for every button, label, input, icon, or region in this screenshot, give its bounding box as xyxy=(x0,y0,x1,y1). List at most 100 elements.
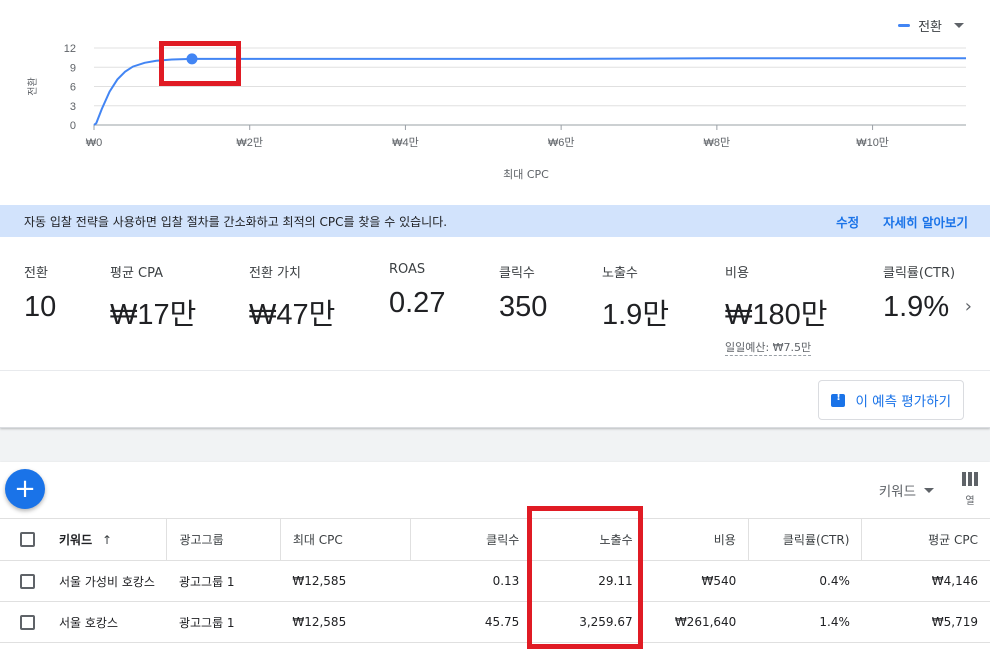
learn-more-link[interactable]: 자세히 알아보기 xyxy=(883,212,968,231)
col-avg-cpc[interactable]: 평균 CPC xyxy=(861,518,990,561)
table-row[interactable]: 서울 가성비 호캉스 광고그룹 1 ₩12,585 0.13 29.11 ₩54… xyxy=(0,560,990,602)
cell-keyword[interactable]: 서울 호캉스 xyxy=(47,601,167,643)
metric-value: 1.9% xyxy=(883,291,950,323)
metric-impressions[interactable]: 노출수 1.9만 xyxy=(602,262,669,333)
cell-avg-cpc: ₩5,719 xyxy=(861,601,990,643)
keyword-table: 키워드 ↑ 광고그룹 최대 CPC 클릭수 노출수 비용 클릭률(CTR) 평균… xyxy=(0,518,990,643)
cell-clicks: 0.13 xyxy=(410,560,532,602)
x-tick-label: ₩10만 xyxy=(856,136,889,149)
x-tick-label: ₩2만 xyxy=(236,136,263,149)
metric-value: ₩180만 xyxy=(725,299,828,331)
chart-svg: 0 3 6 9 12 ₩0 ₩2만 ₩4만 ₩6만 ₩8만 ₩10만최대 CPC 전환 xyxy=(27,43,966,181)
cell-adgroup: 광고그룹 1 xyxy=(166,601,281,643)
select-all-checkbox-cell[interactable] xyxy=(0,518,47,561)
table-header-row: 키워드 ↑ 광고그룹 최대 CPC 클릭수 노출수 비용 클릭률(CTR) 평균… xyxy=(0,518,990,561)
cell-clicks: 45.75 xyxy=(410,601,532,643)
cell-ctr: 1.4% xyxy=(748,601,862,643)
col-cost[interactable]: 비용 xyxy=(644,518,749,561)
row-checkbox-cell[interactable] xyxy=(0,560,47,602)
y-tick-label: 0 xyxy=(70,120,76,132)
x-tick-label: ₩8만 xyxy=(704,136,731,149)
row-checkbox-cell[interactable] xyxy=(0,601,47,643)
x-tick-label: ₩4만 xyxy=(392,136,419,149)
metric-conversions[interactable]: 전환 10 xyxy=(24,262,56,324)
x-axis-title: 최대 CPC xyxy=(503,168,549,181)
metric-label: 전환 가치 xyxy=(249,266,301,281)
add-button[interactable]: + xyxy=(5,469,45,509)
metric-value: 1.9만 xyxy=(602,299,669,331)
forecast-chart: 0 3 6 9 12 ₩0 ₩2만 ₩4만 ₩6만 ₩8만 ₩10만최대 CPC 전환 전환 xyxy=(0,0,990,200)
segment-label: 키워드 xyxy=(878,484,916,500)
table-row[interactable]: 서울 호캉스 광고그룹 1 ₩12,585 45.75 3,259.67 ₩26… xyxy=(0,601,990,643)
cell-cost: ₩261,640 xyxy=(644,601,749,643)
metric-label: ROAS xyxy=(389,262,426,277)
metric-clicks[interactable]: 클릭수 350 xyxy=(499,262,547,324)
col-clicks[interactable]: 클릭수 xyxy=(409,518,532,561)
metric-label: 전환 xyxy=(24,266,48,281)
col-keyword-label: 키워드 xyxy=(59,533,93,547)
y-tick-label: 9 xyxy=(70,62,76,74)
info-banner: 자동 입찰 전략을 사용하면 입찰 절차를 간소화하고 최적의 CPC를 찾을 … xyxy=(0,205,990,237)
cell-max-cpc[interactable]: ₩12,585 xyxy=(280,560,411,602)
metric-label: 클릭률(CTR) xyxy=(883,266,955,281)
plus-icon: + xyxy=(14,474,36,504)
cell-keyword[interactable]: 서울 가성비 호캉스 xyxy=(47,560,167,602)
metric-label: 평균 CPA xyxy=(110,266,164,281)
cell-cost: ₩540 xyxy=(644,560,749,602)
caret-down-icon xyxy=(954,23,964,28)
legend-swatch xyxy=(898,24,911,27)
metric-cost[interactable]: 비용 ₩180만 일일예산: ₩7.5만 xyxy=(725,262,827,356)
y-axis-title: 전환 xyxy=(27,77,39,95)
segment-dropdown[interactable]: 키워드 xyxy=(879,480,934,500)
forecast-card: 0 3 6 9 12 ₩0 ₩2만 ₩4만 ₩6만 ₩8만 ₩10만최대 CPC 전환 전환 자동 입… xyxy=(0,0,990,428)
chevron-right-icon[interactable]: › xyxy=(965,296,972,317)
checkbox[interactable] xyxy=(20,532,35,547)
caret-down-icon xyxy=(924,487,934,493)
feedback-icon xyxy=(831,392,846,407)
columns-label: 열 xyxy=(965,496,975,507)
rate-forecast-label: 이 예측 평가하기 xyxy=(855,394,951,410)
checkbox[interactable] xyxy=(20,614,35,630)
cell-ctr: 0.4% xyxy=(748,560,862,602)
columns-icon xyxy=(960,472,980,486)
checkbox[interactable] xyxy=(20,573,35,589)
metric-label: 노출수 xyxy=(602,266,638,281)
keyword-text: 서울 호캉스 xyxy=(59,615,119,630)
rate-forecast-button[interactable]: 이 예측 평가하기 xyxy=(818,380,964,420)
keyword-text: 서울 가성비 호캉스 xyxy=(59,574,155,589)
metric-label: 클릭수 xyxy=(499,266,535,281)
highlight-box-chart-point xyxy=(159,41,241,86)
cell-max-cpc[interactable]: ₩12,585 xyxy=(280,601,411,643)
metric-label: 비용 xyxy=(725,266,749,281)
metric-value: 10 xyxy=(24,291,57,323)
highlight-box-impressions-column xyxy=(527,506,643,649)
metric-avg-cpa[interactable]: 평균 CPA ₩17만 xyxy=(110,262,196,333)
divider xyxy=(0,370,990,371)
edit-link[interactable]: 수정 xyxy=(836,212,859,231)
x-tick-label: ₩6만 xyxy=(548,136,575,149)
daily-budget-note: 일일예산: ₩7.5만 xyxy=(725,341,812,356)
metric-value: ₩47만 xyxy=(249,299,336,331)
cell-adgroup: 광고그룹 1 xyxy=(166,560,281,602)
banner-text: 자동 입찰 전략을 사용하면 입찰 절차를 간소화하고 최적의 CPC를 찾을 … xyxy=(24,214,448,229)
metric-value: ₩17만 xyxy=(110,299,197,331)
sort-arrow-up-icon: ↑ xyxy=(101,533,113,547)
col-ctr[interactable]: 클릭률(CTR) xyxy=(747,518,862,561)
y-tick-label: 12 xyxy=(64,43,76,55)
metric-roas[interactable]: ROAS 0.27 xyxy=(389,262,445,320)
y-tick-label: 3 xyxy=(70,101,76,113)
chart-legend-dropdown[interactable]: 전환 xyxy=(898,16,964,35)
metric-value: 350 xyxy=(499,291,548,323)
col-keyword[interactable]: 키워드 ↑ xyxy=(47,518,167,561)
columns-button[interactable]: 열 xyxy=(960,472,980,507)
col-adgroup[interactable]: 광고그룹 xyxy=(166,518,281,561)
x-tick-label: ₩0 xyxy=(86,137,103,149)
metric-ctr[interactable]: 클릭률(CTR) 1.9% xyxy=(883,262,955,324)
metrics-row: 전환 10 평균 CPA ₩17만 전환 가치 ₩47만 ROAS 0.27 클… xyxy=(0,238,990,370)
col-max-cpc[interactable]: 최대 CPC xyxy=(279,518,411,561)
cell-avg-cpc: ₩4,146 xyxy=(861,560,990,602)
metric-conv-value[interactable]: 전환 가치 ₩47만 xyxy=(249,262,335,333)
y-tick-label: 6 xyxy=(70,82,76,94)
metric-value: 0.27 xyxy=(389,287,446,319)
legend-label: 전환 xyxy=(918,20,942,35)
